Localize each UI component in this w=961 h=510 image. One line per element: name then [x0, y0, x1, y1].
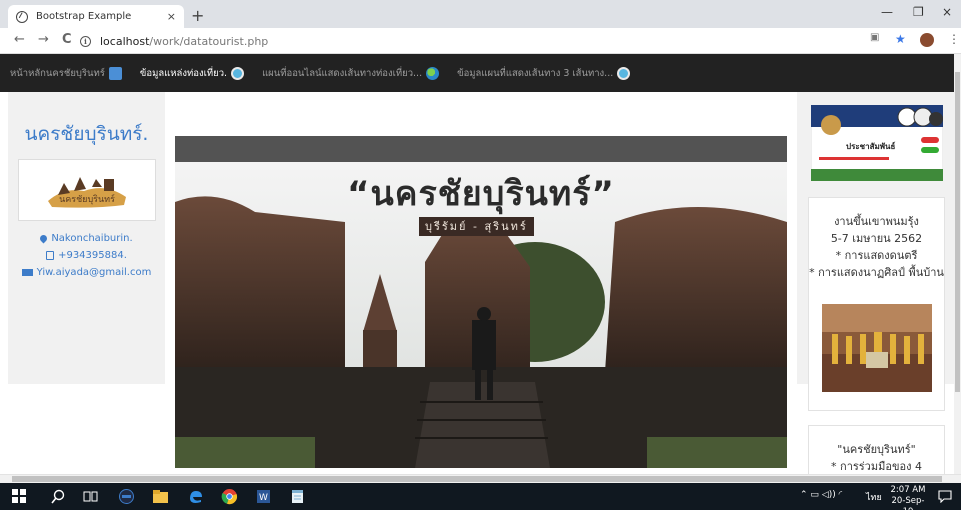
location-text: Nakonchaiburin.	[51, 233, 133, 244]
contact-info: Nakonchaiburin. +934395884. Yiw.aiyada@g…	[8, 230, 165, 281]
nav-item-label: แผนที่ออนไลน์แสดงเส้นทางท่องเที่ยว...	[262, 67, 423, 79]
clock-time: 2:07 AM	[890, 485, 926, 495]
windows-taskbar: W ⌃ ▭ ◁)) ◜ ไทย 2:07 AM 20-Sep-19	[0, 483, 961, 510]
browser-tab-strip: Bootstrap Example × + — ❐ ×	[0, 0, 961, 28]
nav-item-label: ข้อมูลแผนที่แสดงเส้นทาง 3 เส้นทาง...	[457, 67, 614, 79]
edge-browser-icon[interactable]	[187, 488, 204, 505]
window-close-button[interactable]: ×	[942, 5, 952, 19]
new-tab-button[interactable]: +	[191, 6, 204, 25]
menu-icon[interactable]: ⋮	[948, 32, 960, 46]
advertisement-label: ประชาสัมพันธ์	[846, 142, 896, 151]
tab-title: Bootstrap Example	[36, 11, 132, 22]
file-explorer-icon[interactable]	[152, 488, 169, 505]
notification-icon[interactable]	[938, 489, 952, 503]
nav-item-label: ข้อมูลแหล่งท่องเที่ยว.	[139, 67, 228, 79]
phone-icon	[46, 250, 55, 260]
envelope-icon	[21, 268, 33, 276]
browser-toolbar: ← → C i localhost/work/datatourist.php ▣…	[0, 28, 961, 54]
avatar[interactable]	[920, 33, 934, 47]
scrollbar-thumb[interactable]	[955, 72, 960, 392]
word-app-icon[interactable]: W	[255, 488, 272, 505]
info-card-text: "นครชัยบุรินทร์" * การร่วมมือของ 4	[808, 441, 945, 475]
translate-icon[interactable]: ▣	[870, 32, 879, 43]
phone-row: +934395884.	[8, 247, 165, 264]
event-line: งานขึ้นเขาพนมรุ้ง	[834, 215, 919, 228]
logo-text: นครชัยบุรินทร์	[59, 193, 115, 205]
logo: นครชัยบุรินทร์	[17, 159, 156, 221]
input-language[interactable]: ไทย	[866, 490, 882, 504]
notepad-app-icon[interactable]	[289, 488, 306, 505]
chrome-browser-icon[interactable]	[221, 488, 238, 505]
nav-item-route-data[interactable]: ข้อมูลแผนที่แสดงเส้นทาง 3 เส้นทาง...	[457, 66, 631, 81]
globe-favicon-icon	[16, 10, 28, 23]
svg-text:W: W	[259, 493, 268, 503]
location-row: Nakonchaiburin.	[8, 230, 165, 247]
forward-button[interactable]: →	[38, 32, 49, 47]
globe-icon	[426, 66, 440, 80]
minimize-button[interactable]: —	[881, 5, 893, 19]
taskbar-clock[interactable]: 2:07 AM 20-Sep-19	[888, 485, 928, 510]
site-title: นครชัยบุรินทร์.	[24, 123, 149, 145]
home-icon	[108, 66, 122, 80]
event-photo	[822, 304, 932, 392]
clock-icon	[231, 66, 245, 80]
left-sidebar: นครชัยบุรินทร์. นครชัยบุรินทร์ Nakonchai…	[8, 92, 165, 384]
browser-tab[interactable]: Bootstrap Example ×	[8, 5, 184, 28]
hero-carousel[interactable]: “นครชัยบุรินทร์” บุรีรัมย์ - สุรินทร์	[175, 136, 787, 468]
restore-button[interactable]: ❐	[913, 5, 924, 19]
info-icon[interactable]: i	[80, 35, 91, 47]
hero-subtitle: บุรีรัมย์ - สุรินทร์	[419, 217, 534, 236]
reload-button[interactable]: C	[62, 32, 72, 47]
vertical-scrollbar[interactable]	[954, 54, 961, 474]
url-path: /work/datatourist.php	[149, 34, 269, 48]
media-app-icon[interactable]	[118, 488, 135, 505]
scrollbar-thumb[interactable]	[12, 476, 942, 482]
email-row: Yiw.aiyada@gmail.com	[8, 264, 165, 281]
clock-icon	[617, 66, 631, 80]
event-text: งานขึ้นเขาพนมรุ้ง 5-7 เมษายน 2562 * การแ…	[808, 213, 945, 281]
task-view-icon[interactable]	[82, 488, 99, 505]
nav-item-online-map[interactable]: แผนที่ออนไลน์แสดงเส้นทางท่องเที่ยว...	[262, 66, 440, 81]
bookmark-star-icon[interactable]: ★	[895, 32, 906, 46]
hero-title: “นครชัยบุรินทร์”	[347, 174, 615, 214]
tab-close-button[interactable]: ×	[167, 10, 176, 23]
info-line: "นครชัยบุรินทร์"	[837, 443, 916, 456]
clock-date: 20-Sep-19	[891, 496, 925, 510]
site-navbar: หน้าหลักนครชัยบุรินทร์ ข้อมูลแหล่งท่องเท…	[0, 54, 957, 92]
event-line: 5-7 เมษายน 2562	[830, 232, 923, 245]
windows-start-icon[interactable]	[12, 489, 26, 503]
horizontal-scrollbar[interactable]	[0, 474, 961, 483]
back-button[interactable]: ←	[14, 32, 25, 47]
phone-text: +934395884.	[58, 250, 127, 261]
event-line: * การแสดงนาฏศิลป์ พื้นบ้าน	[809, 266, 944, 279]
search-icon[interactable]	[50, 488, 67, 505]
logo-image: นครชัยบุรินทร์	[47, 177, 126, 208]
tray-icons[interactable]: ⌃ ▭ ◁)) ◜	[800, 490, 842, 500]
nav-item-label: หน้าหลักนครชัยบุรินทร์	[10, 67, 105, 79]
nav-item-home[interactable]: หน้าหลักนครชัยบุรินทร์	[10, 66, 122, 81]
nav-item-tourist-data[interactable]: ข้อมูลแหล่งท่องเที่ยว.	[139, 66, 245, 81]
url-host: localhost	[100, 34, 150, 48]
email-text: Yiw.aiyada@gmail.com	[36, 267, 152, 278]
address-bar[interactable]: i localhost/work/datatourist.php	[80, 31, 860, 51]
event-line: * การแสดงดนตรี	[835, 249, 918, 262]
map-marker-icon	[38, 233, 49, 243]
info-line: * การร่วมมือของ 4	[831, 460, 922, 473]
